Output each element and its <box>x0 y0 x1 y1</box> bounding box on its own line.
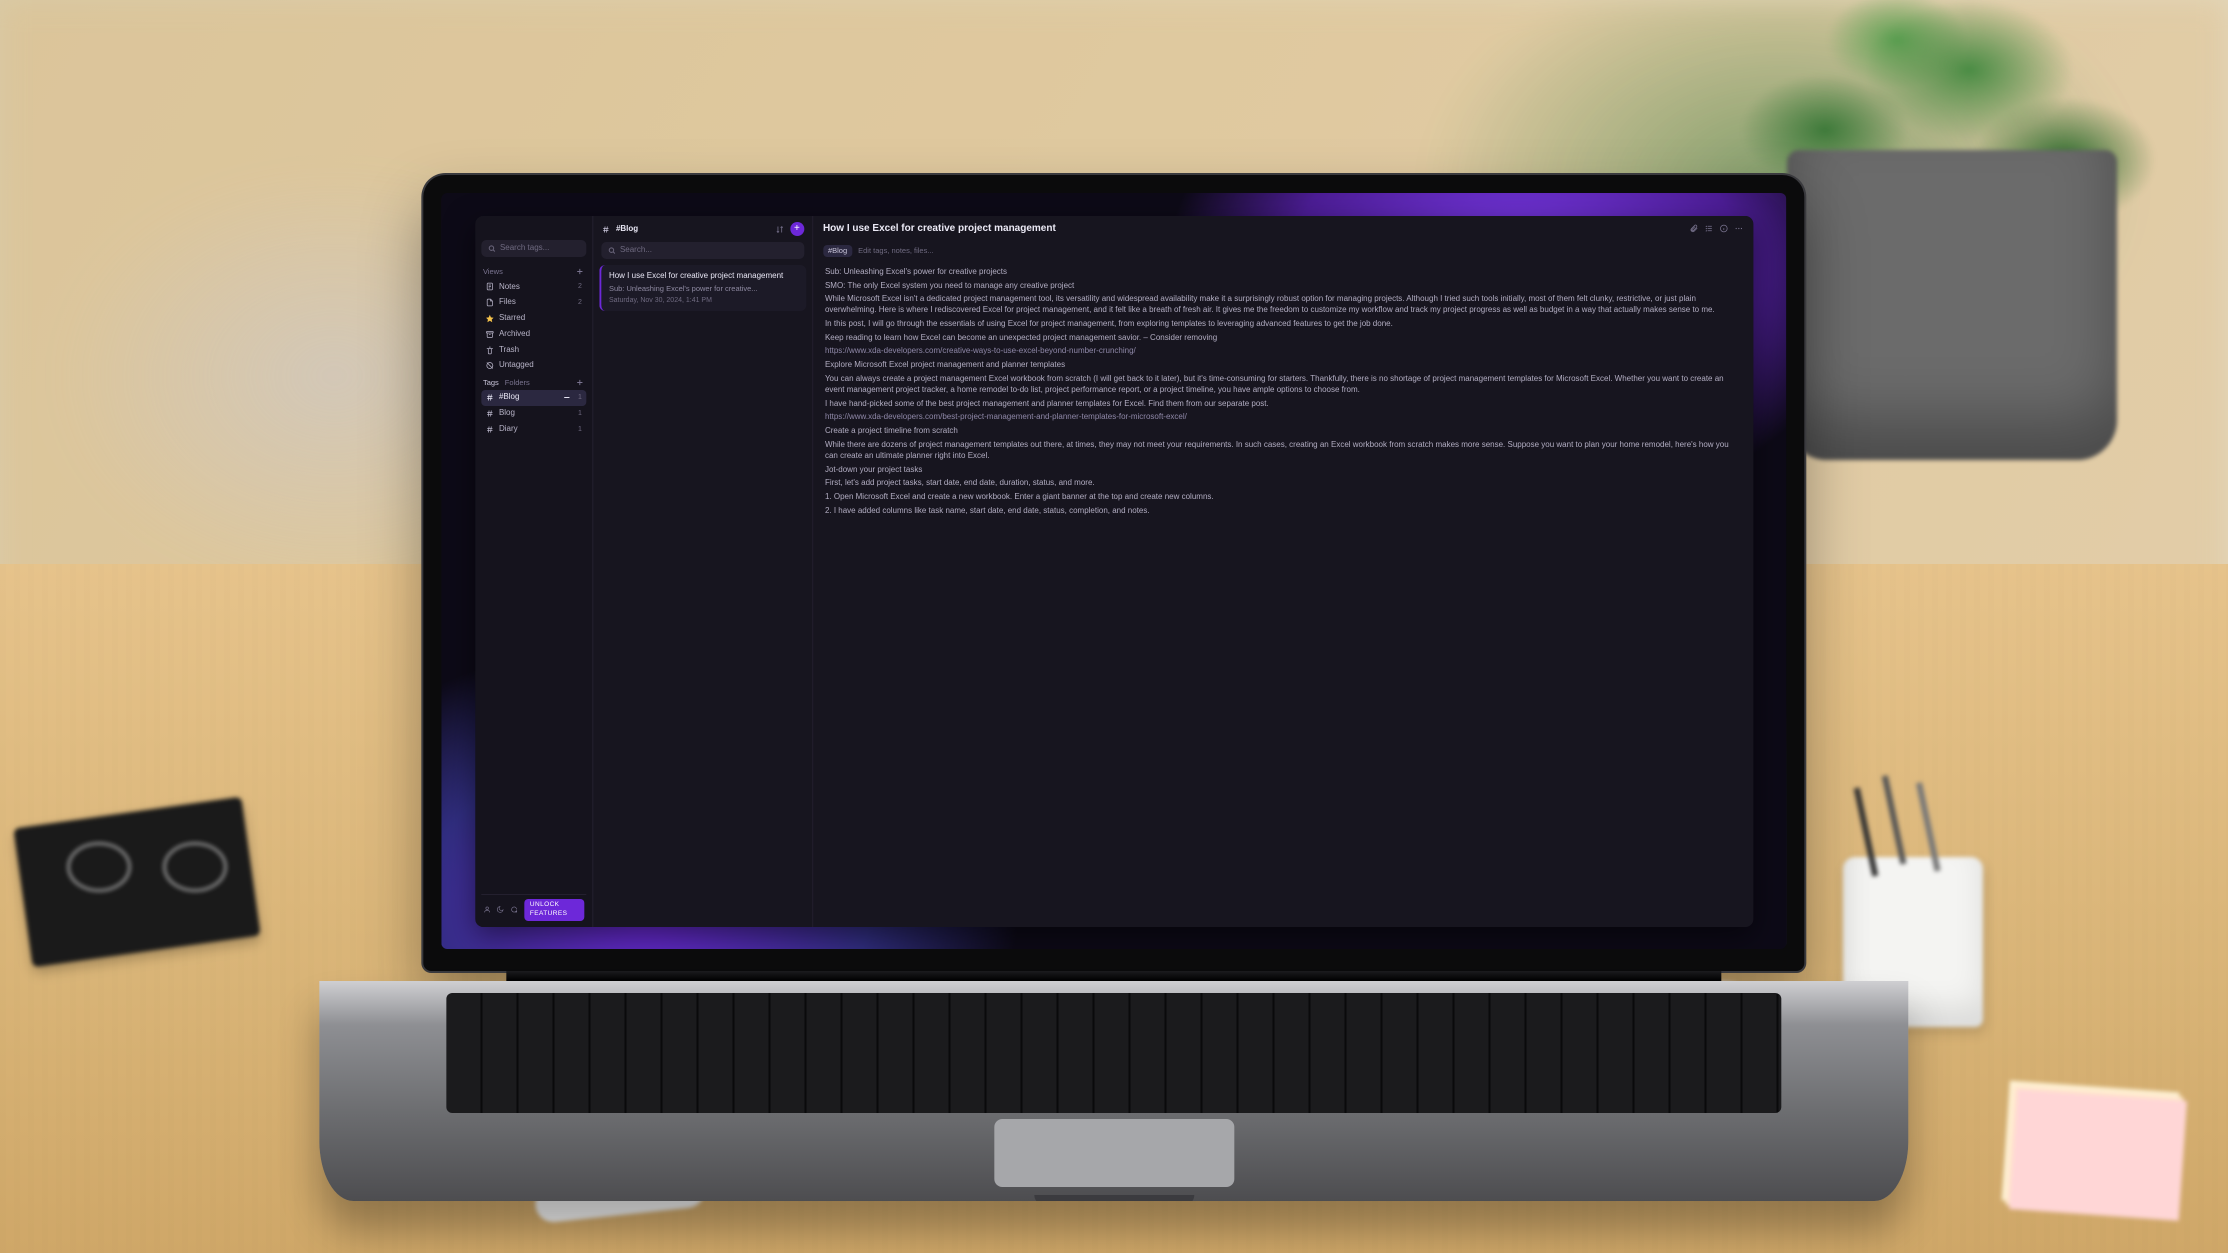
editor-tag-chip[interactable]: #Blog <box>823 245 852 257</box>
tag-search-input[interactable]: Search tags... <box>481 240 586 257</box>
sidebar-bottom: UNLOCK FEATURES <box>481 894 586 921</box>
info-icon[interactable] <box>1719 224 1728 233</box>
sidebar-item-trash[interactable]: Trash <box>481 342 586 358</box>
file-icon <box>485 298 494 307</box>
sort-button[interactable] <box>775 225 784 234</box>
hash-icon <box>485 393 494 402</box>
unlock-features-button[interactable]: UNLOCK FEATURES <box>524 899 584 921</box>
note-list-item[interactable]: How I use Excel for creative project man… <box>599 265 806 311</box>
note-item-subtitle: Sub: Unleashing Excel's power for creati… <box>609 284 798 294</box>
tags-list: #Blog 1 Blog 1 Diary 1 <box>481 390 586 437</box>
attach-icon[interactable] <box>1689 224 1698 233</box>
theme-icon[interactable] <box>497 904 505 915</box>
decor-pot <box>1787 150 2117 460</box>
archive-icon <box>485 330 494 339</box>
add-tag-button[interactable] <box>575 378 584 387</box>
sync-icon[interactable] <box>510 904 518 915</box>
add-view-button[interactable] <box>575 267 584 276</box>
hash-icon <box>485 425 494 434</box>
star-icon <box>485 314 494 323</box>
editor-tag-row[interactable]: #Blog Edit tags, notes, files... <box>813 243 1753 263</box>
tag-search-placeholder: Search tags... <box>500 243 549 254</box>
laptop-keyboard <box>447 993 1781 1113</box>
tag-item-blog[interactable]: Blog 1 <box>481 406 586 422</box>
tags-header: Tags Folders <box>483 378 584 388</box>
decor-sticky-notes <box>2009 1090 2187 1222</box>
note-search-placeholder: Search... <box>620 245 652 256</box>
collapse-icon[interactable] <box>562 393 571 402</box>
editor-panel: How I use Excel for creative project man… <box>813 216 1753 926</box>
tab-folders[interactable]: Folders <box>505 378 530 388</box>
note-icon <box>485 282 494 291</box>
note-list-panel: #Blog + Search... How I use Excel for cr… <box>593 216 813 926</box>
views-list: Notes 2 Files 2 Starred <box>481 279 586 374</box>
laptop-trackpad <box>994 1119 1234 1187</box>
laptop: Search tags... Views Notes 2 <box>423 175 1804 1201</box>
account-icon[interactable] <box>483 904 491 915</box>
editor-body[interactable]: Sub: Unleashing Excel's power for creati… <box>813 263 1753 530</box>
notes-app-window: Search tags... Views Notes 2 <box>475 216 1753 926</box>
hash-icon <box>485 409 494 418</box>
more-icon[interactable] <box>1734 224 1743 233</box>
search-icon <box>607 246 616 255</box>
sidebar: Search tags... Views Notes 2 <box>475 216 593 926</box>
decor-glasses <box>67 842 227 902</box>
sidebar-item-starred[interactable]: Starred <box>481 311 586 327</box>
checklist-icon[interactable] <box>1704 224 1713 233</box>
views-header: Views <box>483 267 584 277</box>
sidebar-item-notes[interactable]: Notes 2 <box>481 279 586 295</box>
tab-tags[interactable]: Tags <box>483 378 499 388</box>
sidebar-item-untagged[interactable]: Untagged <box>481 358 586 374</box>
new-note-button[interactable]: + <box>790 222 804 236</box>
note-item-date: Saturday, Nov 30, 2024, 1:41 PM <box>609 296 798 305</box>
list-title: #Blog <box>616 224 638 235</box>
tag-item-blog-hash[interactable]: #Blog 1 <box>481 390 586 406</box>
editor-tag-hint: Edit tags, notes, files... <box>858 246 933 256</box>
editor-title[interactable]: How I use Excel for creative project man… <box>823 222 1056 236</box>
sidebar-item-archived[interactable]: Archived <box>481 326 586 342</box>
note-search-input[interactable]: Search... <box>601 242 804 259</box>
trash-icon <box>485 346 494 355</box>
untagged-icon <box>485 361 494 370</box>
search-icon <box>487 244 496 253</box>
note-item-title: How I use Excel for creative project man… <box>609 271 798 282</box>
tag-item-diary[interactable]: Diary 1 <box>481 422 586 438</box>
hash-icon <box>601 225 610 234</box>
sidebar-item-files[interactable]: Files 2 <box>481 295 586 311</box>
